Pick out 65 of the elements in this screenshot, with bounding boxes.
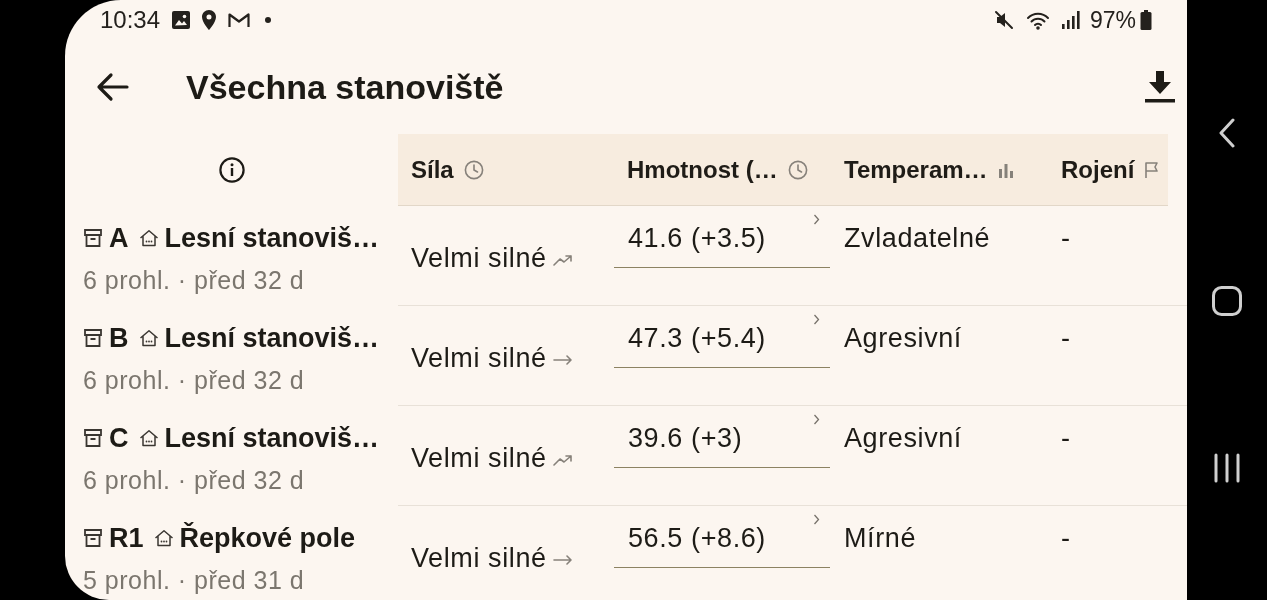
battery-percentage: 97% <box>1089 6 1136 34</box>
mute-icon <box>993 10 1014 30</box>
chevron-icon <box>813 314 820 325</box>
weight-field[interactable]: 56.5 (+8.6) <box>614 514 830 568</box>
site-code: A <box>109 222 129 254</box>
info-icon[interactable] <box>218 157 245 183</box>
site-name: Lesní stanoviš… <box>164 322 380 354</box>
house-icon <box>138 429 159 447</box>
site-details: 6 prohl. · před 32 d <box>83 465 306 495</box>
weight-field[interactable]: 41.6 (+3.5) <box>614 214 830 268</box>
notification-dot-icon <box>265 17 272 23</box>
bar-chart-icon[interactable] <box>997 161 1014 178</box>
strength-value: Velmi silné <box>411 442 547 473</box>
strength-value: Velmi silné <box>411 342 547 373</box>
swarming-value: - <box>1061 523 1071 553</box>
site-name: Lesní stanoviš… <box>164 422 380 454</box>
chevron-icon <box>813 414 820 425</box>
strength-value: Velmi silné <box>411 542 547 573</box>
strength-value: Velmi silné <box>411 242 547 273</box>
column-heading[interactable]: Hmotnost (… <box>627 155 778 184</box>
flag-icon[interactable] <box>1144 160 1161 179</box>
archive-box-icon <box>83 228 103 248</box>
recent-apps-icon[interactable] <box>1213 453 1241 483</box>
archive-box-icon <box>83 428 103 448</box>
page-title: Všechna stanoviště <box>186 67 504 107</box>
temperament-value: Agresivní <box>844 423 962 453</box>
temperament-value: Agresivní <box>844 323 962 353</box>
chevron-icon <box>813 214 820 225</box>
back-icon[interactable] <box>1218 118 1236 148</box>
archive-box-icon <box>83 528 103 548</box>
clock-icon[interactable] <box>787 159 808 180</box>
mail-icon <box>228 12 251 28</box>
site-name: Lesní stanoviš… <box>164 222 380 254</box>
image-icon <box>172 11 191 29</box>
chevron-icon <box>813 514 820 525</box>
download-icon[interactable] <box>1145 71 1175 103</box>
home-icon[interactable] <box>1212 285 1242 316</box>
site-code: C <box>109 422 129 454</box>
column-heading[interactable]: Temperam… <box>844 155 988 184</box>
swarming-value: - <box>1061 223 1071 253</box>
site-details: 5 prohl. · před 31 d <box>83 565 306 595</box>
column-heading[interactable]: Rojení <box>1061 155 1135 184</box>
swarming-value: - <box>1061 423 1071 453</box>
weight-field[interactable]: 47.3 (+5.4) <box>614 314 830 368</box>
column-heading[interactable]: Síla <box>411 155 454 184</box>
archive-box-icon <box>83 328 103 348</box>
back-arrow-icon[interactable] <box>95 72 129 102</box>
weight-field[interactable]: 39.6 (+3) <box>614 414 830 468</box>
temperament-value: Mírné <box>844 523 917 553</box>
site-details: 6 prohl. · před 32 d <box>83 265 306 295</box>
clock-icon[interactable] <box>463 159 484 180</box>
house-icon <box>138 229 159 247</box>
swarming-value: - <box>1061 323 1071 353</box>
wifi-icon <box>1025 10 1050 30</box>
house-icon <box>138 329 159 347</box>
temperament-value: Zvladatelné <box>844 223 991 253</box>
signal-icon <box>1061 11 1080 29</box>
location-pin-icon <box>202 10 217 30</box>
house-icon <box>153 529 174 547</box>
battery-icon <box>1140 10 1152 30</box>
status-time: 10:34 <box>100 6 161 34</box>
site-name: Řepkové pole <box>179 522 356 554</box>
site-details: 6 prohl. · před 32 d <box>83 365 306 395</box>
site-code: B <box>109 322 129 354</box>
site-code: R1 <box>109 522 144 554</box>
